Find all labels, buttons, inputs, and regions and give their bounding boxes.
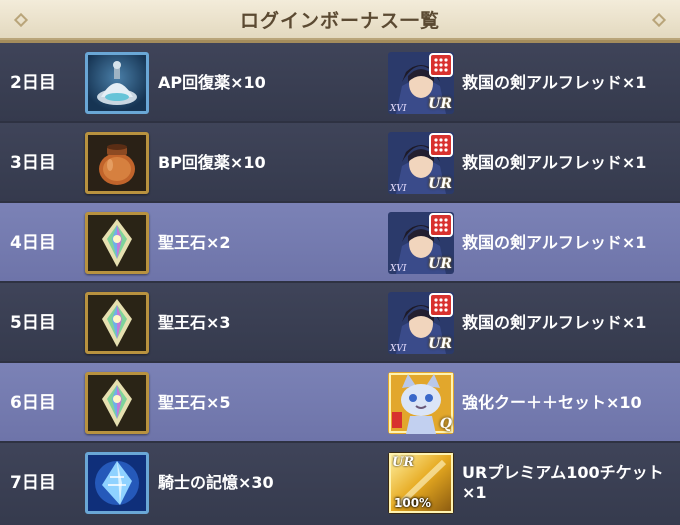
login-bonus-panel: ログインボーナス一覧 2日目 AP回復薬×10 XVI UR 救国の剣アルフレッ…: [0, 0, 680, 525]
holy-stone-icon: [85, 212, 149, 274]
reward-name: 救国の剣アルフレッド×1: [462, 153, 647, 172]
day-label: 3日目: [10, 153, 56, 173]
rarity-badge: UR: [428, 96, 452, 112]
day-label: 7日目: [10, 473, 56, 493]
card-number-tag: XVI: [390, 184, 407, 194]
page-title: ログインボーナス一覧: [239, 9, 440, 32]
day-label: 5日目: [10, 313, 56, 333]
item-name: BP回復薬×10: [158, 153, 266, 172]
item-name: 聖王石×2: [158, 233, 231, 252]
bonus-row-day-4: 4日目 聖王石×2 XVI UR 救国の剣アルフレッド×1: [0, 203, 680, 283]
knight-portrait-icon: XVI UR: [388, 292, 454, 354]
bonus-row-day-3: 3日目 BP回復薬×10 XVI UR 救国の剣アルフレッド×1: [0, 123, 680, 203]
rarity-badge: Q: [439, 416, 452, 432]
day-label: 6日目: [10, 393, 56, 413]
item-name: AP回復薬×10: [158, 73, 266, 92]
header-ornament-left: [13, 12, 29, 28]
reward-name: 救国の剣アルフレッド×1: [462, 233, 647, 252]
knight-memory-crystal-icon: [85, 452, 149, 514]
ur-ticket-icon: UR 100%: [388, 452, 454, 514]
reward-name: 強化クー＋＋セット×10: [462, 393, 642, 412]
rarity-badge: UR: [428, 256, 452, 272]
card-number-tag: XVI: [390, 104, 407, 114]
enhance-cat-icon: Q: [388, 372, 454, 434]
reward-name: URプレミアム100チケット×1: [462, 463, 664, 502]
item-name: 聖王石×3: [158, 313, 231, 332]
rarity-badge: UR: [428, 336, 452, 352]
bonus-row-day-5: 5日目 聖王石×3 XVI UR 救国の剣アルフレッド×1: [0, 283, 680, 363]
bonus-row-day-6: 6日目 聖王石×5 Q 強化クー＋＋セット×10: [0, 363, 680, 443]
card-number-tag: XVI: [390, 344, 407, 354]
item-name: 騎士の記憶×30: [158, 473, 274, 492]
bonus-list: 2日目 AP回復薬×10 XVI UR 救国の剣アルフレッド×1 3日目 BP回…: [0, 40, 680, 525]
card-number-tag: XVI: [390, 264, 407, 274]
holy-stone-icon: [85, 372, 149, 434]
bonus-row-day-7: 7日目 騎士の記憶×30 UR 100% URプレミアム100チケット×1: [0, 443, 680, 525]
knight-portrait-icon: XVI UR: [388, 132, 454, 194]
rate-tag: 100%: [394, 496, 432, 510]
reward-name: 救国の剣アルフレッド×1: [462, 313, 647, 332]
bp-jar-icon: [85, 132, 149, 194]
holy-stone-icon: [85, 292, 149, 354]
header-ornament-right: [651, 12, 667, 28]
day-label: 4日目: [10, 233, 56, 253]
rarity-badge: UR: [392, 455, 415, 470]
day-label: 2日目: [10, 73, 56, 93]
knight-portrait-icon: XVI UR: [388, 212, 454, 274]
reward-name: 救国の剣アルフレッド×1: [462, 73, 647, 92]
rarity-badge: UR: [428, 176, 452, 192]
item-name: 聖王石×5: [158, 393, 231, 412]
bonus-row-day-2: 2日目 AP回復薬×10 XVI UR 救国の剣アルフレッド×1: [0, 43, 680, 123]
knight-portrait-icon: XVI UR: [388, 52, 454, 114]
header: ログインボーナス一覧: [0, 0, 680, 40]
ap-potion-icon: [85, 52, 149, 114]
